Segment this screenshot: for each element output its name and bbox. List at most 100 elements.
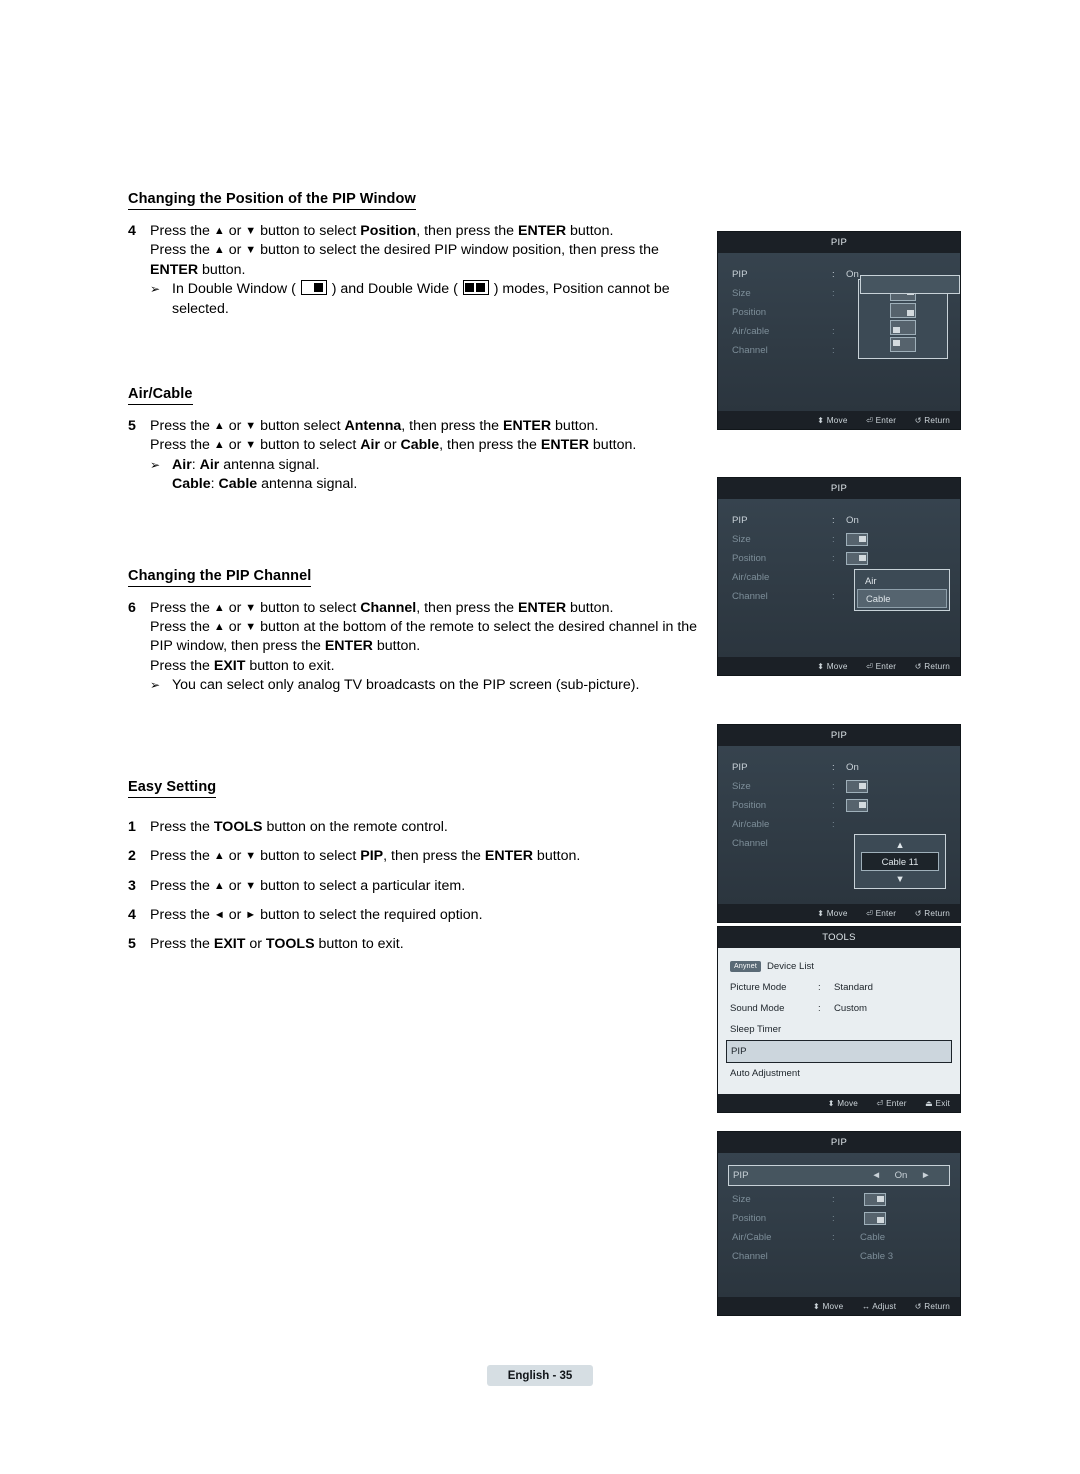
step-6-pip-channel: 6 Press the ▲ or ▼ button to select Chan… [128, 599, 708, 677]
row-value-position-icon [846, 552, 946, 565]
footer-return: ↺ Return [914, 416, 950, 425]
row-value-size-icon [846, 533, 946, 546]
osd-footer: ⬍ Move ↔ Adjust ↺ Return [718, 1297, 960, 1315]
aircable-option-cable[interactable]: Cable [857, 589, 947, 608]
row-value-position-icon [846, 799, 946, 812]
row-label: Size [732, 1194, 751, 1205]
step-text: Press the ◄ or ► button to select the re… [150, 906, 483, 923]
tools-row-sleep-timer[interactable]: Sleep Timer [730, 1019, 948, 1040]
channel-up-arrow-icon[interactable]: ▲ [855, 838, 945, 851]
row-value: Cable 3 [860, 1251, 894, 1262]
section-heading-easy-setting: Easy Setting [128, 779, 217, 798]
osd-row-pip-selected[interactable]: PIP ◄ On ► [728, 1165, 950, 1186]
row-colon: : [818, 982, 821, 993]
tools-row-picture-mode[interactable]: Picture Mode : Standard [730, 977, 948, 998]
row-label: Size [732, 534, 751, 545]
pip-position-icon [846, 799, 868, 812]
osd-body: PIP : On Size : Position Air/cable : Cha… [718, 253, 960, 411]
tools-row-pip[interactable]: PIP [726, 1040, 952, 1063]
row-value: On [846, 762, 859, 773]
osd-title: PIP [718, 232, 960, 253]
osd-title: PIP [718, 478, 960, 499]
footer-move: ⬍ Move [827, 1099, 859, 1108]
aircable-option-air[interactable]: Air [857, 572, 947, 589]
step-number: 4 [128, 906, 136, 923]
osd-body: Anynet Device List Picture Mode : Standa… [718, 948, 960, 1094]
row-colon: : [832, 591, 835, 602]
row-label: Picture Mode [730, 982, 787, 993]
row-colon: : [832, 819, 835, 830]
step-5-air-cable: 5 Press the ▲ or ▼ button select Antenna… [128, 417, 708, 456]
step-text: Press the EXIT or TOOLS button to exit. [150, 936, 404, 953]
row-label: Size [732, 781, 751, 792]
step-number: 2 [128, 848, 136, 865]
osd-row-aircable[interactable]: Air/Cable : Cable [732, 1228, 946, 1247]
osd-title: PIP [718, 1132, 960, 1153]
tools-row-sound-mode[interactable]: Sound Mode : Custom [730, 998, 948, 1019]
osd-row-position[interactable]: Position : [732, 549, 946, 568]
row-label: Channel [732, 591, 768, 602]
osd-row-position[interactable]: Position : [732, 796, 946, 815]
footer-move: ⬍ Move [817, 909, 848, 918]
step-4-pip-position: 4 Press the ▲ or ▼ button to select Posi… [128, 222, 708, 280]
footer-adjust: ↔ Adjust [861, 1302, 897, 1311]
step-number: 5 [128, 418, 136, 435]
position-option-top-left[interactable] [859, 336, 947, 353]
channel-value[interactable]: Cable 11 [861, 852, 939, 871]
footer-enter: ⏎ Enter [866, 909, 897, 918]
pip-size-icon [846, 780, 868, 793]
position-option-bottom-right[interactable] [859, 302, 947, 319]
page-footer-label: English - 35 [487, 1365, 593, 1386]
osd-title: PIP [718, 725, 960, 746]
osd-row-size[interactable]: Size : [732, 530, 946, 549]
pip-position-icon [864, 1212, 886, 1225]
arrow-right-icon[interactable]: ► [921, 1170, 945, 1181]
row-value: Cable [860, 1232, 886, 1243]
channel-down-arrow-icon[interactable]: ▼ [855, 872, 945, 885]
row-colon: : [832, 1232, 835, 1243]
osd-row-channel[interactable]: Channel Cable 3 [732, 1247, 946, 1266]
pip-position-icon [890, 337, 916, 352]
pip-position-icon [846, 552, 868, 565]
osd-pip-channel: PIP PIP : On Size : Position : Air/cable… [718, 725, 960, 922]
osd-row-pip[interactable]: PIP : On [732, 758, 946, 777]
row-colon: : [832, 515, 835, 526]
pip-position-icon [890, 320, 916, 335]
footer-enter: ⏎ Enter [866, 416, 897, 425]
step-text: Press the ▲ or ▼ button to select a part… [150, 877, 466, 894]
row-label: Channel [732, 838, 768, 849]
step-number: 3 [128, 877, 136, 894]
step-number: 6 [128, 599, 136, 616]
pip-size-icon [846, 533, 868, 546]
row-label: Channel [732, 345, 768, 356]
row-value: On [846, 515, 859, 526]
position-option-bottom-left[interactable] [859, 319, 947, 336]
osd-row-size[interactable]: Size : [732, 1190, 946, 1209]
arrow-left-icon[interactable]: ◄ [833, 1170, 882, 1181]
tools-row-device-list[interactable]: Anynet Device List [730, 956, 948, 977]
tools-row-auto-adjustment[interactable]: Auto Adjustment [730, 1063, 948, 1084]
osd-row-position[interactable]: Position : [732, 1209, 946, 1228]
note-text: You can select only analog TV broadcasts… [172, 677, 640, 694]
section-heading-pip-position: Changing the Position of the PIP Window [128, 191, 416, 210]
osd-body: PIP ◄ On ► Size : Position : Air/Cable:… [718, 1153, 960, 1297]
step-text: Press the ▲ or ▼ button to select Channe… [150, 599, 698, 674]
channel-selector-popup[interactable]: ▲ Cable 11 ▼ [854, 834, 946, 889]
osd-row-aircable[interactable]: Air/cable : [732, 815, 946, 834]
row-value-size-icon [846, 780, 946, 793]
note-air-cable: ➢ Air: Air antenna signal. Cable: Cable … [150, 456, 708, 495]
osd-footer: ⬍ Move ⏎ Enter ↺ Return [718, 904, 960, 922]
osd-row-pip[interactable]: PIP : On [732, 511, 946, 530]
double-window-icon [300, 280, 327, 296]
footer-move: ⬍ Move [812, 1302, 844, 1311]
row-label: Size [732, 288, 751, 299]
osd-footer: ⬍ Move ⏎ Enter ↺ Return [718, 657, 960, 675]
aircable-options-popup[interactable]: Air Cable [854, 569, 950, 611]
step-text: Press the ▲ or ▼ button to select PIP, t… [150, 848, 581, 865]
easy-step-3: 3 Press the ▲ or ▼ button to select a pa… [128, 877, 708, 896]
note-arrow-icon: ➢ [150, 678, 161, 693]
row-label: Position [732, 553, 767, 564]
osd-row-size[interactable]: Size : [732, 777, 946, 796]
row-label: PIP [732, 269, 748, 280]
osd-footer: ⬍ Move ⏎ Enter ⏏ Exit [718, 1094, 960, 1112]
